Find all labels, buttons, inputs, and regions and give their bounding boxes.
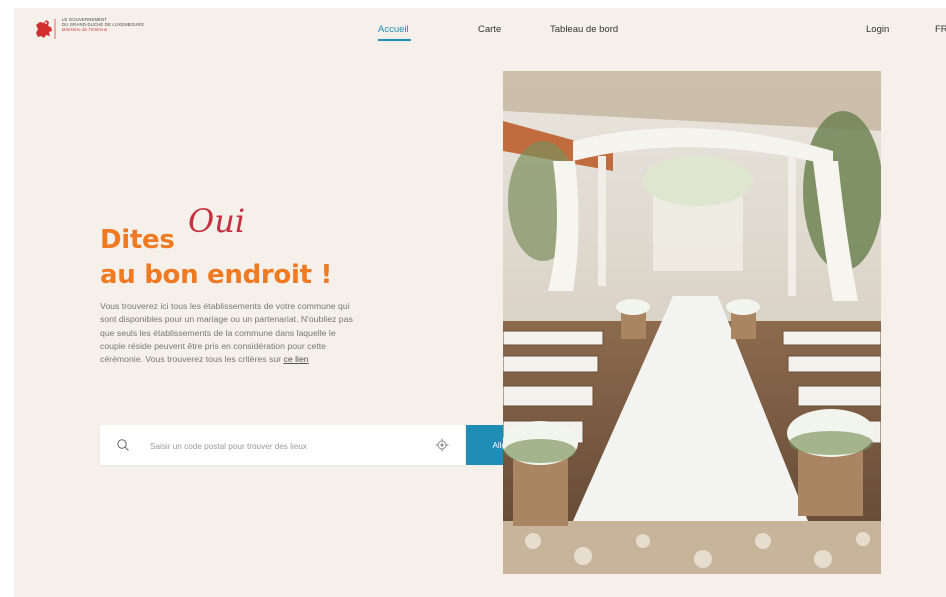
hero-title-script: Oui	[188, 202, 246, 240]
locate-icon[interactable]	[435, 438, 449, 452]
postal-code-input[interactable]	[148, 437, 432, 455]
nav-dashboard[interactable]: Tableau de bord	[550, 24, 618, 35]
government-name: LE GOUVERNEMENT DU GRAND-DUCHÉ DE LUXEMB…	[62, 17, 144, 32]
lion-logo-icon[interactable]	[32, 17, 58, 41]
ministry-name: Ministère de l'Intérieur	[62, 27, 108, 32]
language-selector[interactable]: FR	[935, 24, 946, 35]
criteria-link[interactable]: ce lien	[284, 354, 309, 364]
nav-login[interactable]: Login	[866, 24, 889, 35]
nav-home[interactable]: Accueil	[378, 24, 409, 35]
page: LE GOUVERNEMENT DU GRAND-DUCHÉ DE LUXEMB…	[14, 8, 946, 597]
hero-description-text: Vous trouverez ici tous les établissemen…	[100, 301, 353, 365]
hero-description: Vous trouverez ici tous les établissemen…	[100, 300, 358, 366]
nav-map[interactable]: Carte	[478, 24, 501, 35]
hero-title-part1: Dites	[100, 225, 175, 255]
active-nav-indicator	[378, 39, 411, 41]
search-icon	[117, 439, 129, 451]
wedding-venue-illustration	[503, 71, 881, 574]
postal-search-bar	[100, 425, 465, 465]
hero-title-part2: au bon endroit !	[100, 260, 333, 290]
wedding-venue-photo	[503, 71, 881, 574]
